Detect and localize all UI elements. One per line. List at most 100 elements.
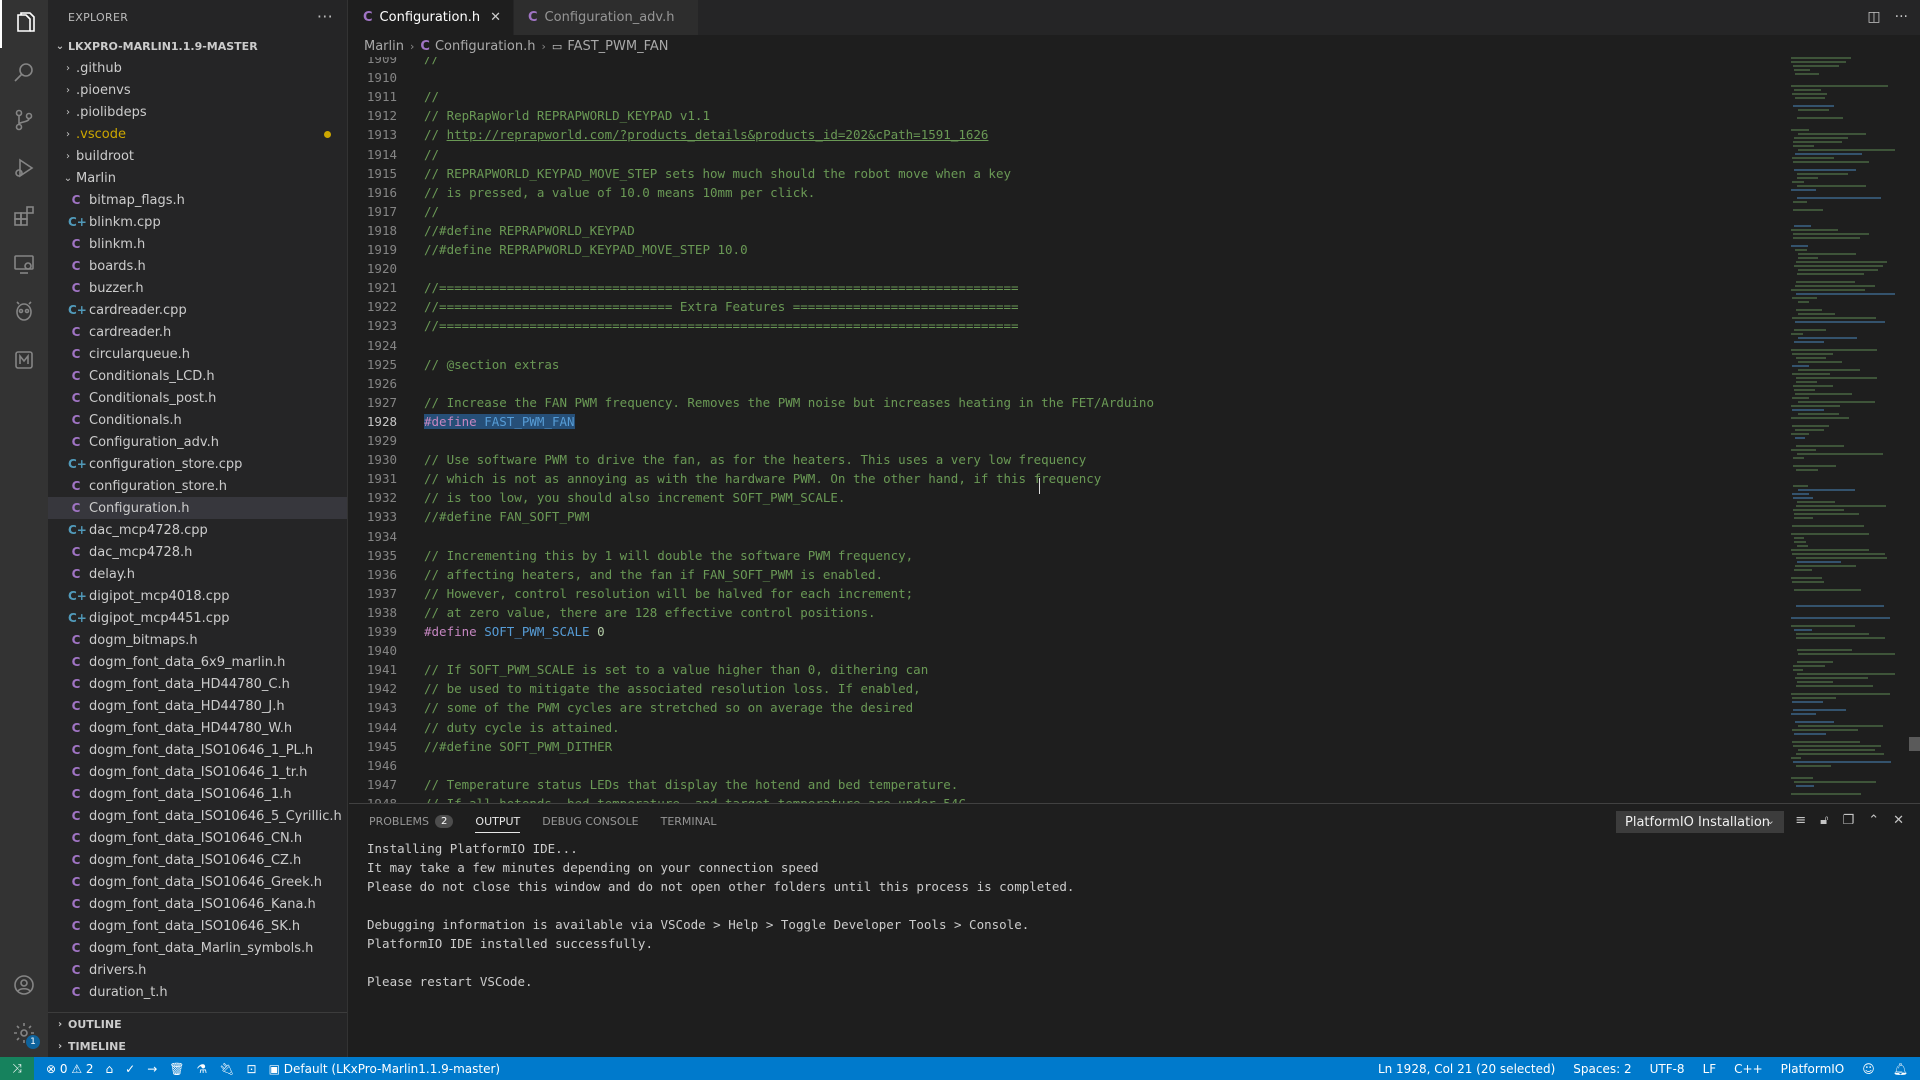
code-line[interactable]: 1937 // However, control resolution will … bbox=[349, 584, 1789, 603]
code-line[interactable]: 1938 // at zero value, there are 128 effe… bbox=[349, 603, 1789, 622]
close-icon[interactable]: ✕ bbox=[490, 10, 501, 25]
file-item[interactable]: Cdogm_font_data_6x9_marlin.h bbox=[48, 651, 347, 673]
tab-configuration-h[interactable]: C Configuration.h ✕ bbox=[349, 0, 514, 35]
file-item[interactable]: C+ digipot_mcp4451.cpp bbox=[48, 607, 347, 629]
folder-item[interactable]: › .piolibdeps bbox=[48, 101, 347, 123]
feedback-icon[interactable]: ☺ bbox=[1862, 1062, 1875, 1076]
code-line[interactable]: 1942 // be used to mitigate the associate… bbox=[349, 679, 1789, 698]
file-item[interactable]: C+ configuration_store.cpp bbox=[48, 453, 347, 475]
code-line[interactable]: 1928 #define FAST_PWM_FAN bbox=[349, 412, 1789, 431]
encoding[interactable]: UTF-8 bbox=[1650, 1062, 1685, 1076]
code-line[interactable]: 1947 // Temperature status LEDs that disp… bbox=[349, 775, 1789, 794]
more-actions-icon[interactable]: ··· bbox=[317, 7, 333, 26]
platformio-status[interactable]: PlatformIO bbox=[1781, 1062, 1845, 1076]
folder-item[interactable]: › buildroot bbox=[48, 145, 347, 167]
file-item[interactable]: Cdogm_font_data_ISO10646_CN.h bbox=[48, 827, 347, 849]
file-item[interactable]: Cbitmap_flags.h bbox=[48, 189, 347, 211]
remote-explorer-icon[interactable] bbox=[0, 240, 48, 288]
file-item[interactable]: Cdogm_font_data_HD44780_C.h bbox=[48, 673, 347, 695]
tab-configuration-adv-h[interactable]: C Configuration_adv.h bbox=[514, 0, 700, 35]
extensions-icon[interactable] bbox=[0, 192, 48, 240]
output-channel-select[interactable]: PlatformIO Installation ⌄ bbox=[1616, 811, 1784, 833]
indentation[interactable]: Spaces: 2 bbox=[1573, 1062, 1631, 1076]
file-item[interactable]: Cdogm_font_data_ISO10646_SK.h bbox=[48, 915, 347, 937]
code-line[interactable]: 1924 bbox=[349, 336, 1789, 355]
pio-upload-icon[interactable]: → bbox=[147, 1062, 157, 1076]
code-line[interactable]: 1918 //#define REPRAPWORLD_KEYPAD bbox=[349, 221, 1789, 240]
split-editor-icon[interactable]: ◫ bbox=[1867, 9, 1880, 25]
file-item[interactable]: Cdogm_font_data_ISO10646_1.h bbox=[48, 783, 347, 805]
file-item[interactable]: Ccircularqueue.h bbox=[48, 343, 347, 365]
code-line[interactable]: 1921 //==================================… bbox=[349, 278, 1789, 297]
file-item[interactable]: Ccardreader.h bbox=[48, 321, 347, 343]
folder-item[interactable]: › .vscode bbox=[48, 123, 347, 145]
pio-serial-monitor-icon[interactable]: 🔌︎ bbox=[219, 1062, 234, 1076]
file-item[interactable]: C+ cardreader.cpp bbox=[48, 299, 347, 321]
lock-scroll-icon[interactable]: 🔓︎ bbox=[1820, 813, 1828, 828]
code-line[interactable]: 1936 // affecting heaters, and the fan if… bbox=[349, 565, 1789, 584]
code-line[interactable]: 1909 // bbox=[349, 57, 1789, 68]
file-item[interactable]: Cdogm_font_data_ISO10646_Greek.h bbox=[48, 871, 347, 893]
file-item[interactable]: Cdogm_font_data_HD44780_W.h bbox=[48, 717, 347, 739]
workspace-root[interactable]: ⌄ LKXPRO-MARLIN1.1.9-MASTER bbox=[48, 35, 347, 57]
timeline-section[interactable]: › TIMELINE bbox=[48, 1035, 347, 1057]
file-item[interactable]: C Configuration_adv.h bbox=[48, 431, 347, 453]
pio-test-icon[interactable]: ⚗ bbox=[197, 1062, 208, 1076]
breadcrumb-folder[interactable]: Marlin bbox=[364, 39, 404, 54]
code-line[interactable]: 1913 // http://reprapworld.com/?products_… bbox=[349, 125, 1789, 144]
folder-item-open[interactable]: ⌄ Marlin bbox=[48, 167, 347, 189]
pio-home-icon[interactable]: ⌂ bbox=[106, 1062, 114, 1076]
account-icon[interactable] bbox=[0, 961, 48, 1009]
run-debug-icon[interactable] bbox=[0, 144, 48, 192]
search-icon[interactable] bbox=[0, 48, 48, 96]
clear-output-icon[interactable]: ≡ bbox=[1795, 813, 1806, 828]
file-item[interactable]: Cduration_t.h bbox=[48, 981, 347, 1003]
maximize-panel-icon[interactable]: ⌃ bbox=[1868, 813, 1879, 828]
code-line[interactable]: 1933 //#define FAN_SOFT_PWM bbox=[349, 507, 1789, 526]
end-of-line[interactable]: LF bbox=[1703, 1062, 1717, 1076]
code-line[interactable]: 1910 bbox=[349, 68, 1789, 87]
breadcrumb-symbol[interactable]: FAST_PWM_FAN bbox=[567, 39, 668, 54]
outline-section[interactable]: › OUTLINE bbox=[48, 1013, 347, 1035]
marlin-m-icon[interactable] bbox=[0, 336, 48, 384]
notifications-bell-icon[interactable]: 🔔︎ bbox=[1893, 1062, 1908, 1076]
problems-status[interactable]: ⊗ 0 ⚠ 2 bbox=[46, 1062, 94, 1076]
pio-clean-icon[interactable]: 🗑︎ bbox=[169, 1062, 184, 1076]
language-mode[interactable]: C++ bbox=[1734, 1062, 1763, 1076]
file-item[interactable]: Cdogm_font_data_ISO10646_5_Cyrillic.h bbox=[48, 805, 347, 827]
code-line[interactable]: 1912 // RepRapWorld REPRAPWORLD_KEYPAD v1… bbox=[349, 106, 1789, 125]
more-actions-icon[interactable]: ··· bbox=[1895, 9, 1908, 25]
file-item[interactable]: C Configuration.h bbox=[48, 497, 347, 519]
close-panel-icon[interactable]: ✕ bbox=[1893, 813, 1904, 828]
file-item[interactable]: Cconfiguration_store.h bbox=[48, 475, 347, 497]
code-line[interactable]: 1922 //=============================== Ex… bbox=[349, 297, 1789, 316]
file-item[interactable]: Cdelay.h bbox=[48, 563, 347, 585]
code-line[interactable]: 1943 // some of the PWM cycles are stretc… bbox=[349, 698, 1789, 717]
code-line[interactable]: 1932 // is too low, you should also incre… bbox=[349, 488, 1789, 507]
file-item[interactable]: C Conditionals_post.h bbox=[48, 387, 347, 409]
pio-env-selector[interactable]: ▣ Default (LKxPro-Marlin1.1.9-master) bbox=[269, 1062, 501, 1076]
scrollbar-thumb[interactable] bbox=[1909, 737, 1920, 751]
source-control-icon[interactable] bbox=[0, 96, 48, 144]
pio-build-icon[interactable]: ✓ bbox=[125, 1062, 135, 1076]
file-item[interactable]: C+ dac_mcp4728.cpp bbox=[48, 519, 347, 541]
file-item[interactable]: Cbuzzer.h bbox=[48, 277, 347, 299]
file-item[interactable]: Cboards.h bbox=[48, 255, 347, 277]
file-item[interactable]: Cblinkm.h bbox=[48, 233, 347, 255]
file-item[interactable]: C Conditionals.h bbox=[48, 409, 347, 431]
code-line[interactable]: 1940 bbox=[349, 641, 1789, 660]
code-line[interactable]: 1944 // duty cycle is attained. bbox=[349, 718, 1789, 737]
tab-problems[interactable]: PROBLEMS 2 bbox=[369, 804, 454, 839]
code-line[interactable]: 1948 // If all hotends, bed temperature, … bbox=[349, 794, 1789, 803]
code-line[interactable]: 1941 // If SOFT_PWM_SCALE is set to a val… bbox=[349, 660, 1789, 679]
platformio-alien-icon[interactable] bbox=[0, 288, 48, 336]
explorer-icon[interactable] bbox=[0, 0, 48, 48]
tab-output[interactable]: OUTPUT bbox=[475, 804, 520, 839]
code-line[interactable]: 1920 bbox=[349, 259, 1789, 278]
file-item[interactable]: Cdac_mcp4728.h bbox=[48, 541, 347, 563]
file-item[interactable]: Cdogm_font_data_ISO10646_Kana.h bbox=[48, 893, 347, 915]
code-line[interactable]: 1925 // @section extras bbox=[349, 355, 1789, 374]
file-item[interactable]: Cdogm_font_data_ISO10646_CZ.h bbox=[48, 849, 347, 871]
remote-indicator-icon[interactable]: ⤨ bbox=[0, 1057, 34, 1080]
file-item[interactable]: Cdogm_font_data_Marlin_symbols.h bbox=[48, 937, 347, 959]
